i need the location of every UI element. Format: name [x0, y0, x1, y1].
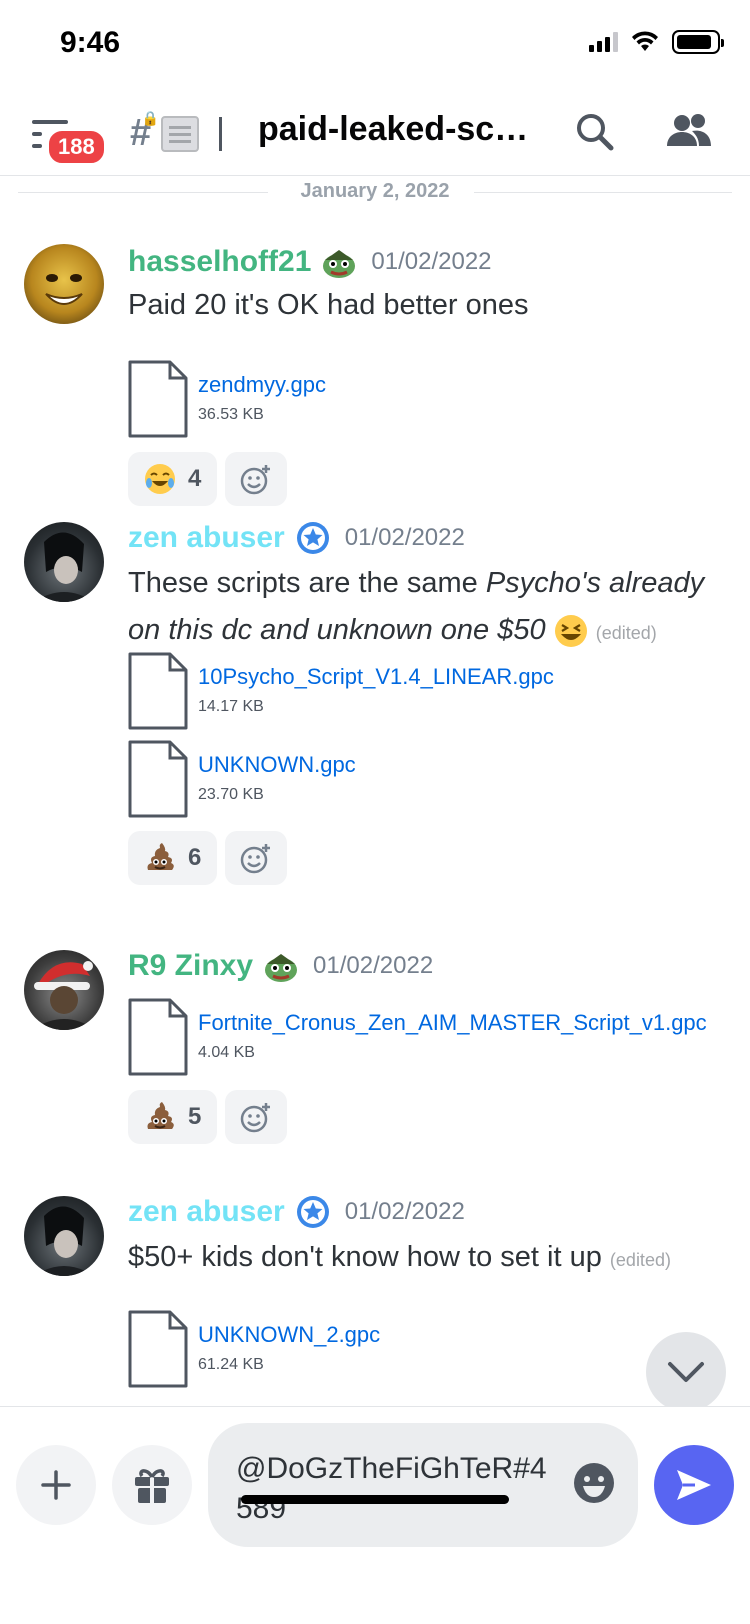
star-badge-icon [296, 1196, 329, 1228]
channel-type-icons: # 🔒 [130, 110, 223, 155]
file-attachment[interactable]: zendmyy.gpc 36.53 KB [128, 360, 688, 440]
channel-name[interactable]: paid-leaked-sc… [258, 110, 528, 149]
poop-emoji-icon [147, 843, 174, 870]
reaction-count: 6 [188, 844, 202, 871]
members-icon[interactable] [665, 112, 713, 152]
add-reaction-button[interactable] [225, 452, 288, 506]
pepe-badge-icon [323, 250, 356, 278]
file-size: 4.04 KB [198, 1044, 255, 1061]
message-header: zen abuser 01/02/2022 [128, 520, 465, 556]
star-badge-icon [296, 522, 329, 554]
add-reaction-icon [241, 844, 271, 874]
avatar[interactable] [24, 522, 104, 602]
message-header: hasselhoff21 01/02/2022 [128, 244, 492, 280]
add-reaction-button[interactable] [225, 831, 288, 885]
file-icon [128, 1310, 188, 1388]
file-name-link[interactable]: zendmyy.gpc [198, 372, 326, 398]
file-size: 61.24 KB [198, 1356, 264, 1373]
reactions: 4 [128, 452, 288, 506]
search-icon[interactable] [575, 112, 615, 152]
add-reaction-icon [241, 465, 271, 495]
locked-channel-icon: # 🔒 [130, 110, 160, 154]
message-text: These scripts are the same Psycho's alre… [128, 560, 728, 657]
unread-badge: 188 [46, 128, 107, 166]
newspaper-icon [161, 115, 200, 152]
username[interactable]: zen abuser [128, 521, 285, 555]
file-name-link[interactable]: Fortnite_Cronus_Zen_AIM_MASTER_Script_v1… [198, 1010, 707, 1036]
username[interactable]: zen abuser [128, 1195, 285, 1229]
battery-icon [672, 30, 724, 54]
plus-icon [41, 1470, 71, 1500]
username[interactable]: R9 Zinxy [128, 949, 253, 983]
header-divider [219, 116, 223, 151]
message-text-plain: These scripts are the same [128, 567, 486, 599]
file-icon [128, 652, 188, 730]
gift-icon [135, 1469, 169, 1503]
send-icon [677, 1470, 711, 1500]
joy-emoji-icon [145, 464, 175, 494]
avatar[interactable] [24, 950, 104, 1030]
message-input-value[interactable]: @DoGzTheFiGhTeR#4589 [236, 1449, 556, 1529]
add-reaction-button[interactable] [225, 1090, 288, 1144]
file-name-link[interactable]: UNKNOWN.gpc [198, 752, 356, 778]
reactions: 5 [128, 1090, 288, 1144]
laughing-emoji-icon [554, 615, 587, 648]
file-size: 23.70 KB [198, 786, 264, 803]
reaction-count: 4 [188, 465, 202, 492]
wifi-icon [632, 31, 658, 51]
timestamp: 01/02/2022 [313, 952, 434, 979]
message-composer: @DoGzTheFiGhTeR#4589 [0, 1406, 750, 1624]
message-text-plain: $50+ kids don't know how to set it up [128, 1241, 602, 1273]
file-name-link[interactable]: 10Psycho_Script_V1.4_LINEAR.gpc [198, 664, 554, 690]
reaction-joy[interactable]: 4 [128, 452, 218, 506]
message-input[interactable]: @DoGzTheFiGhTeR#4589 [208, 1423, 638, 1547]
message-header: zen abuser 01/02/2022 [128, 1194, 465, 1230]
gift-button[interactable] [112, 1445, 192, 1525]
home-indicator [241, 1495, 509, 1504]
message-list[interactable]: hasselhoff21 01/02/2022 Paid 20 it's OK … [0, 210, 750, 1402]
timestamp: 01/02/2022 [371, 248, 492, 275]
file-icon [128, 360, 188, 438]
timestamp: 01/02/2022 [344, 524, 465, 551]
cellular-signal-icon [589, 32, 618, 52]
reaction-count: 5 [188, 1103, 202, 1130]
file-attachment[interactable]: Fortnite_Cronus_Zen_AIM_MASTER_Script_v1… [128, 998, 728, 1078]
file-attachment[interactable]: 10Psycho_Script_V1.4_LINEAR.gpc 14.17 KB [128, 652, 708, 732]
file-attachment[interactable]: UNKNOWN_2.gpc 61.24 KB [128, 1310, 628, 1390]
edited-label: (edited) [595, 623, 657, 643]
jump-to-bottom-button[interactable] [646, 1332, 726, 1412]
reaction-poop[interactable]: 5 [128, 1090, 218, 1144]
emoji-picker-icon[interactable] [572, 1461, 616, 1505]
edited-label: (edited) [609, 1250, 671, 1270]
status-bar: 9:46 [0, 0, 750, 90]
status-time: 9:46 [60, 26, 121, 59]
channel-header: 188 # 🔒 paid-leaked-sc… [0, 90, 750, 176]
attach-button[interactable] [16, 1445, 96, 1525]
avatar[interactable] [24, 244, 104, 324]
file-size: 36.53 KB [198, 406, 264, 423]
message-text: $50+ kids don't know how to set it up (e… [128, 1234, 738, 1284]
reactions: 6 [128, 831, 288, 885]
file-attachment[interactable]: UNKNOWN.gpc 23.70 KB [128, 740, 708, 820]
send-button[interactable] [654, 1445, 734, 1525]
message-text: Paid 20 it's OK had better ones [128, 289, 529, 321]
date-divider-label: January 2, 2022 [284, 180, 466, 202]
status-icons [589, 30, 724, 54]
file-name-link[interactable]: UNKNOWN_2.gpc [198, 1322, 380, 1348]
file-size: 14.17 KB [198, 698, 264, 715]
message-header: R9 Zinxy 01/02/2022 [128, 948, 433, 984]
poop-emoji-icon [147, 1102, 174, 1129]
username[interactable]: hasselhoff21 [128, 245, 311, 279]
avatar[interactable] [24, 1196, 104, 1276]
pepe-badge-icon [265, 954, 298, 982]
date-divider: January 2, 2022 [18, 178, 732, 208]
add-reaction-icon [241, 1103, 271, 1133]
reaction-poop[interactable]: 6 [128, 831, 218, 885]
file-icon [128, 740, 188, 818]
timestamp: 01/02/2022 [344, 1198, 465, 1225]
chevron-down-icon [668, 1362, 704, 1382]
file-icon [128, 998, 188, 1076]
